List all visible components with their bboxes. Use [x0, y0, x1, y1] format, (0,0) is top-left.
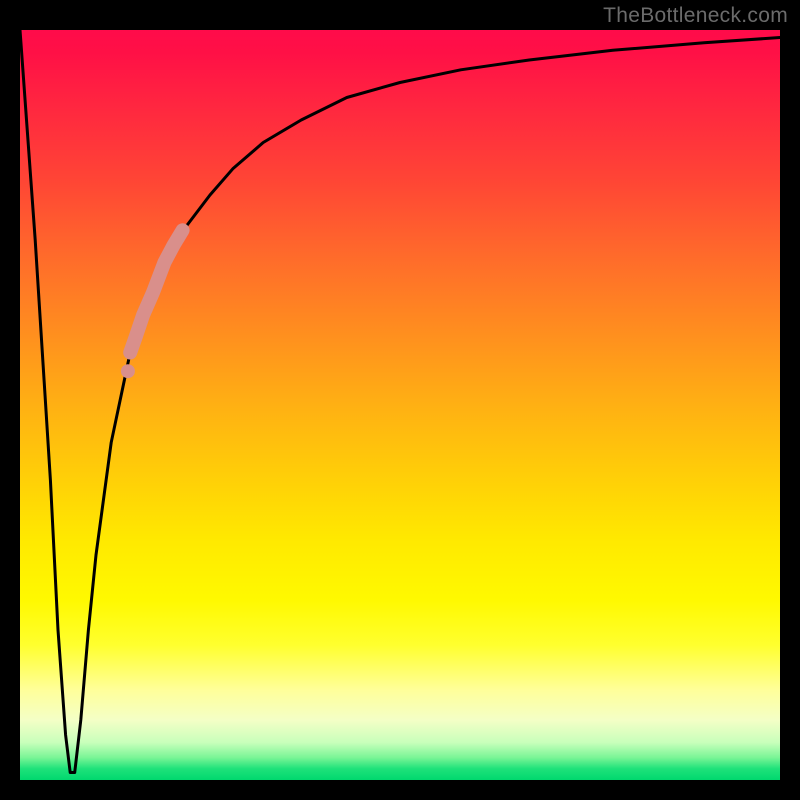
chart-plot-frame [20, 30, 780, 780]
highlight-dot [121, 364, 135, 378]
highlight-segment-line [130, 230, 182, 352]
bottleneck-curve-line [20, 30, 780, 773]
chart-plot-area [20, 30, 780, 780]
chart-svg [20, 30, 780, 780]
watermark-text: TheBottleneck.com [603, 4, 788, 28]
